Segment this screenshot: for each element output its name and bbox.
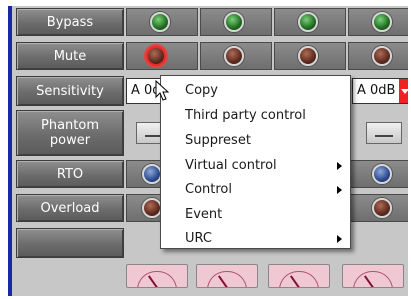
rto-led-1 [142, 164, 162, 184]
level-meter-2 [196, 264, 258, 288]
level-meter-4 [342, 264, 404, 288]
menu-item-virtual-control[interactable]: Virtual control [185, 158, 277, 174]
chevron-down-icon[interactable] [399, 79, 408, 103]
mute-led-1[interactable] [146, 46, 166, 66]
rto-label: RTO [16, 160, 124, 188]
sensitivity-select-4[interactable]: A 0dB [352, 78, 408, 104]
bypass-led-2[interactable] [224, 12, 244, 32]
empty-label-slot [16, 228, 124, 258]
mute-led-4[interactable] [372, 46, 392, 66]
menu-item-urc[interactable]: URC [185, 231, 212, 247]
overload-label: Overload [16, 194, 124, 222]
phantom-power-label: Phantom power [16, 110, 124, 156]
menu-item-copy[interactable]: Copy [185, 83, 218, 99]
menu-item-control[interactable]: Control [185, 182, 232, 198]
sensitivity-value-4: A 0dB [357, 83, 396, 98]
bypass-led-1[interactable] [150, 12, 170, 32]
sensitivity-label: Sensitivity [16, 76, 124, 106]
chevron-right-icon [337, 162, 342, 170]
overload-led-1 [142, 198, 162, 218]
bypass-led-3[interactable] [298, 12, 318, 32]
menu-item-event[interactable]: Event [185, 207, 222, 223]
context-menu: Copy Third party control Suppreset Virtu… [160, 75, 351, 249]
bypass-led-4[interactable] [372, 12, 392, 32]
mute-button[interactable]: Mute [16, 42, 124, 70]
bypass-button[interactable]: Bypass [16, 8, 124, 36]
level-meter-1 [126, 264, 188, 288]
phantom-label-line1: Phantom [41, 118, 99, 133]
rto-led-4 [372, 164, 392, 184]
menu-item-suppreset[interactable]: Suppreset [185, 133, 251, 149]
overload-led-4 [372, 198, 392, 218]
mute-led-2[interactable] [224, 46, 244, 66]
menu-item-third-party-control[interactable]: Third party control [185, 108, 306, 124]
phantom-label-line2: power [49, 133, 91, 148]
arrow-pointer-icon [155, 80, 170, 101]
chevron-right-icon [337, 186, 342, 194]
phantom-toggle-4[interactable] [366, 122, 402, 144]
level-meter-3 [268, 264, 330, 288]
chevron-right-icon [337, 235, 342, 243]
mute-led-3[interactable] [298, 46, 318, 66]
